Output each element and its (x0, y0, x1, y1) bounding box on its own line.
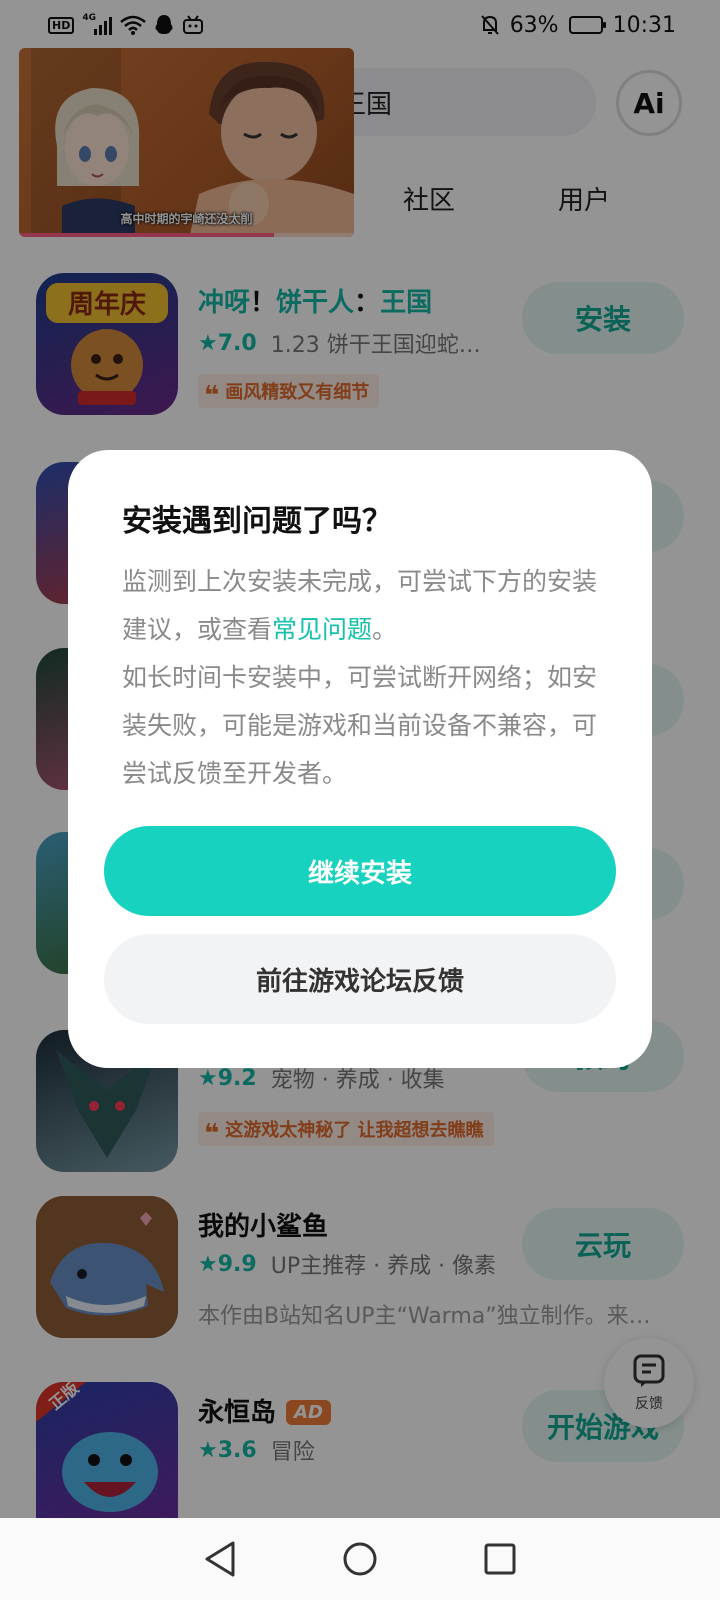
back-icon[interactable] (203, 1540, 237, 1578)
continue-install-button[interactable]: 继续安装 (104, 826, 616, 916)
install-problem-dialog: 安装遇到问题了吗？ 监测到上次安装未完成，可尝试下方的安装建议，或查看常见问题。… (68, 450, 652, 1068)
forum-feedback-button[interactable]: 前往游戏论坛反馈 (104, 934, 616, 1024)
recents-icon[interactable] (483, 1542, 517, 1576)
dialog-title: 安装遇到问题了吗？ (122, 504, 392, 539)
faq-link[interactable]: 常见问题 (272, 615, 372, 644)
home-icon[interactable] (342, 1541, 378, 1577)
dialog-body: 监测到上次安装未完成，可尝试下方的安装建议，或查看常见问题。 (122, 567, 598, 644)
dialog-body-tips: 如长时间卡安装中，可尝试断开网络；如安装失败，可能是游戏和当前设备不兼容，可尝试… (122, 663, 598, 788)
system-nav-bar (0, 1518, 720, 1600)
